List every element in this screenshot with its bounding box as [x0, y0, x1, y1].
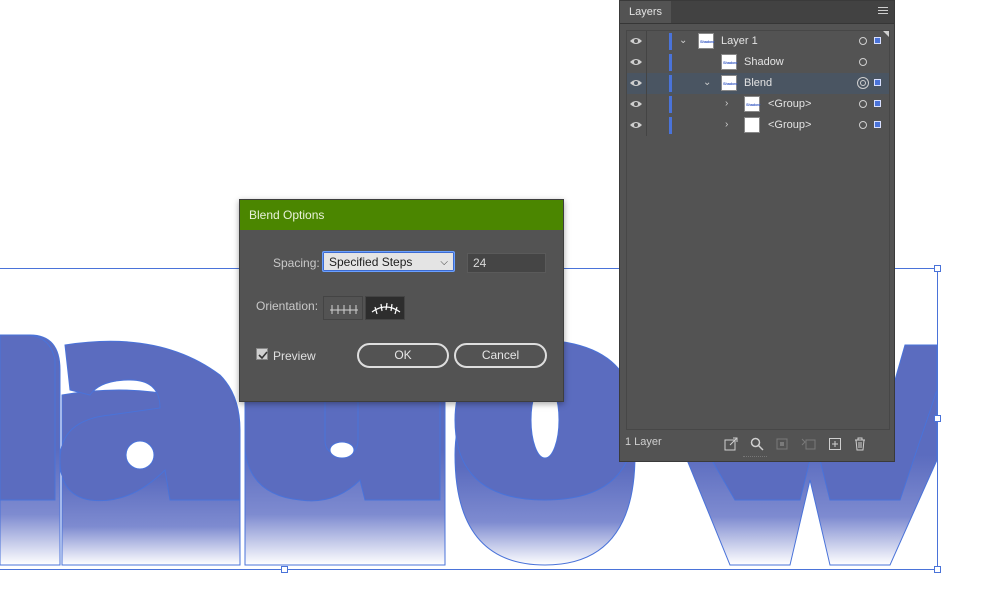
- layer-color-bar: [669, 33, 672, 50]
- orientation-label: Orientation:: [256, 299, 319, 313]
- layers-panel: Layers ⌄ Shadow Layer 1 Shadow Shadow ⌄ …: [619, 0, 895, 462]
- layers-tabbar: Layers: [620, 1, 894, 24]
- lock-column[interactable]: [646, 52, 647, 73]
- tab-layers[interactable]: Layers: [620, 1, 672, 23]
- layer-thumbnail: Shadow: [721, 75, 737, 91]
- steps-input[interactable]: 24: [467, 253, 546, 273]
- chevron-down-icon[interactable]: ⌄: [703, 78, 711, 88]
- lock-column[interactable]: [646, 94, 647, 115]
- selection-bounding-box-bottom: [0, 569, 937, 570]
- eye-icon[interactable]: [630, 57, 642, 67]
- new-layer-icon[interactable]: [828, 437, 842, 451]
- bounding-box-handle-bottom-right[interactable]: [934, 566, 941, 573]
- align-to-path-icon: [371, 302, 401, 315]
- spacing-label: Spacing:: [273, 256, 320, 270]
- search-icon[interactable]: [750, 437, 764, 451]
- layer-thumbnail: [744, 117, 760, 133]
- panel-menu-icon[interactable]: [878, 7, 888, 16]
- layer-name: <Group>: [768, 119, 812, 131]
- layer-name: Shadow: [744, 56, 784, 68]
- layer-row-group-1[interactable]: › Shadow <Group>: [627, 94, 889, 115]
- bounding-box-handle-bottom-middle[interactable]: [281, 566, 288, 573]
- layer-name: Layer 1: [721, 35, 758, 47]
- layer-thumbnail: Shadow: [721, 54, 737, 70]
- chevron-right-icon[interactable]: ›: [725, 120, 733, 130]
- layers-footer: 1 Layer: [620, 433, 894, 455]
- align-to-page-icon: [330, 305, 358, 314]
- trash-icon[interactable]: [853, 437, 867, 451]
- chevron-down-icon: ⌵: [440, 257, 448, 268]
- preview-label[interactable]: Preview: [273, 349, 316, 363]
- blend-options-dialog: Blend Options Spacing: Specified Steps ⌵…: [239, 199, 564, 402]
- cancel-button[interactable]: Cancel: [454, 343, 547, 368]
- lock-column[interactable]: [646, 31, 647, 52]
- eye-icon[interactable]: [630, 36, 642, 46]
- eye-icon[interactable]: [630, 78, 642, 88]
- eye-icon[interactable]: [630, 120, 642, 130]
- align-to-path-button[interactable]: [365, 296, 405, 320]
- layer-thumbnail: Shadow: [698, 33, 714, 49]
- layer-name: Blend: [744, 77, 773, 89]
- layer-color-bar: [669, 54, 672, 71]
- preview-checkbox[interactable]: [256, 348, 268, 360]
- layer-row-group-2[interactable]: › <Group>: [627, 115, 889, 136]
- checkmark-icon: [258, 351, 268, 360]
- chevron-down-icon[interactable]: ⌄: [679, 36, 687, 46]
- dialog-title[interactable]: Blend Options: [240, 200, 563, 230]
- lock-column[interactable]: [646, 73, 647, 94]
- new-sublayer-icon[interactable]: [801, 437, 817, 451]
- layer-count: 1 Layer: [625, 436, 662, 448]
- target-selected-icon[interactable]: [857, 77, 869, 89]
- layer-color-bar: [669, 75, 672, 92]
- layers-list: ⌄ Shadow Layer 1 Shadow Shadow ⌄ Shadow …: [626, 30, 890, 430]
- layer-row-shadow[interactable]: Shadow Shadow: [627, 52, 889, 73]
- target-circle-icon[interactable]: [859, 58, 867, 66]
- export-icon[interactable]: [724, 437, 738, 451]
- panel-resize-grip[interactable]: [743, 456, 767, 460]
- layer-color-bar: [669, 96, 672, 113]
- selection-square-icon[interactable]: [874, 79, 881, 86]
- chevron-right-icon[interactable]: ›: [725, 99, 733, 109]
- bounding-box-handle-top-right[interactable]: [934, 265, 941, 272]
- spacing-select[interactable]: Specified Steps ⌵: [322, 251, 455, 272]
- selection-square-icon[interactable]: [874, 100, 881, 107]
- layer-row-layer-1[interactable]: ⌄ Shadow Layer 1: [627, 31, 889, 52]
- layer-thumbnail: Shadow: [744, 96, 760, 112]
- layer-color-bar: [669, 117, 672, 134]
- ok-button[interactable]: OK: [357, 343, 449, 368]
- selection-square-icon[interactable]: [874, 121, 881, 128]
- target-circle-icon[interactable]: [859, 37, 867, 45]
- bounding-box-handle-middle-right[interactable]: [934, 415, 941, 422]
- eye-icon[interactable]: [630, 99, 642, 109]
- target-circle-icon[interactable]: [859, 121, 867, 129]
- align-to-page-button[interactable]: [323, 296, 363, 320]
- selection-square-icon[interactable]: [874, 37, 881, 44]
- target-circle-icon[interactable]: [859, 100, 867, 108]
- layer-row-blend[interactable]: ⌄ Shadow Blend: [627, 73, 889, 94]
- clipping-mask-icon[interactable]: [775, 437, 789, 451]
- spacing-select-value: Specified Steps: [329, 255, 413, 269]
- lock-column[interactable]: [646, 115, 647, 136]
- layer-name: <Group>: [768, 98, 812, 110]
